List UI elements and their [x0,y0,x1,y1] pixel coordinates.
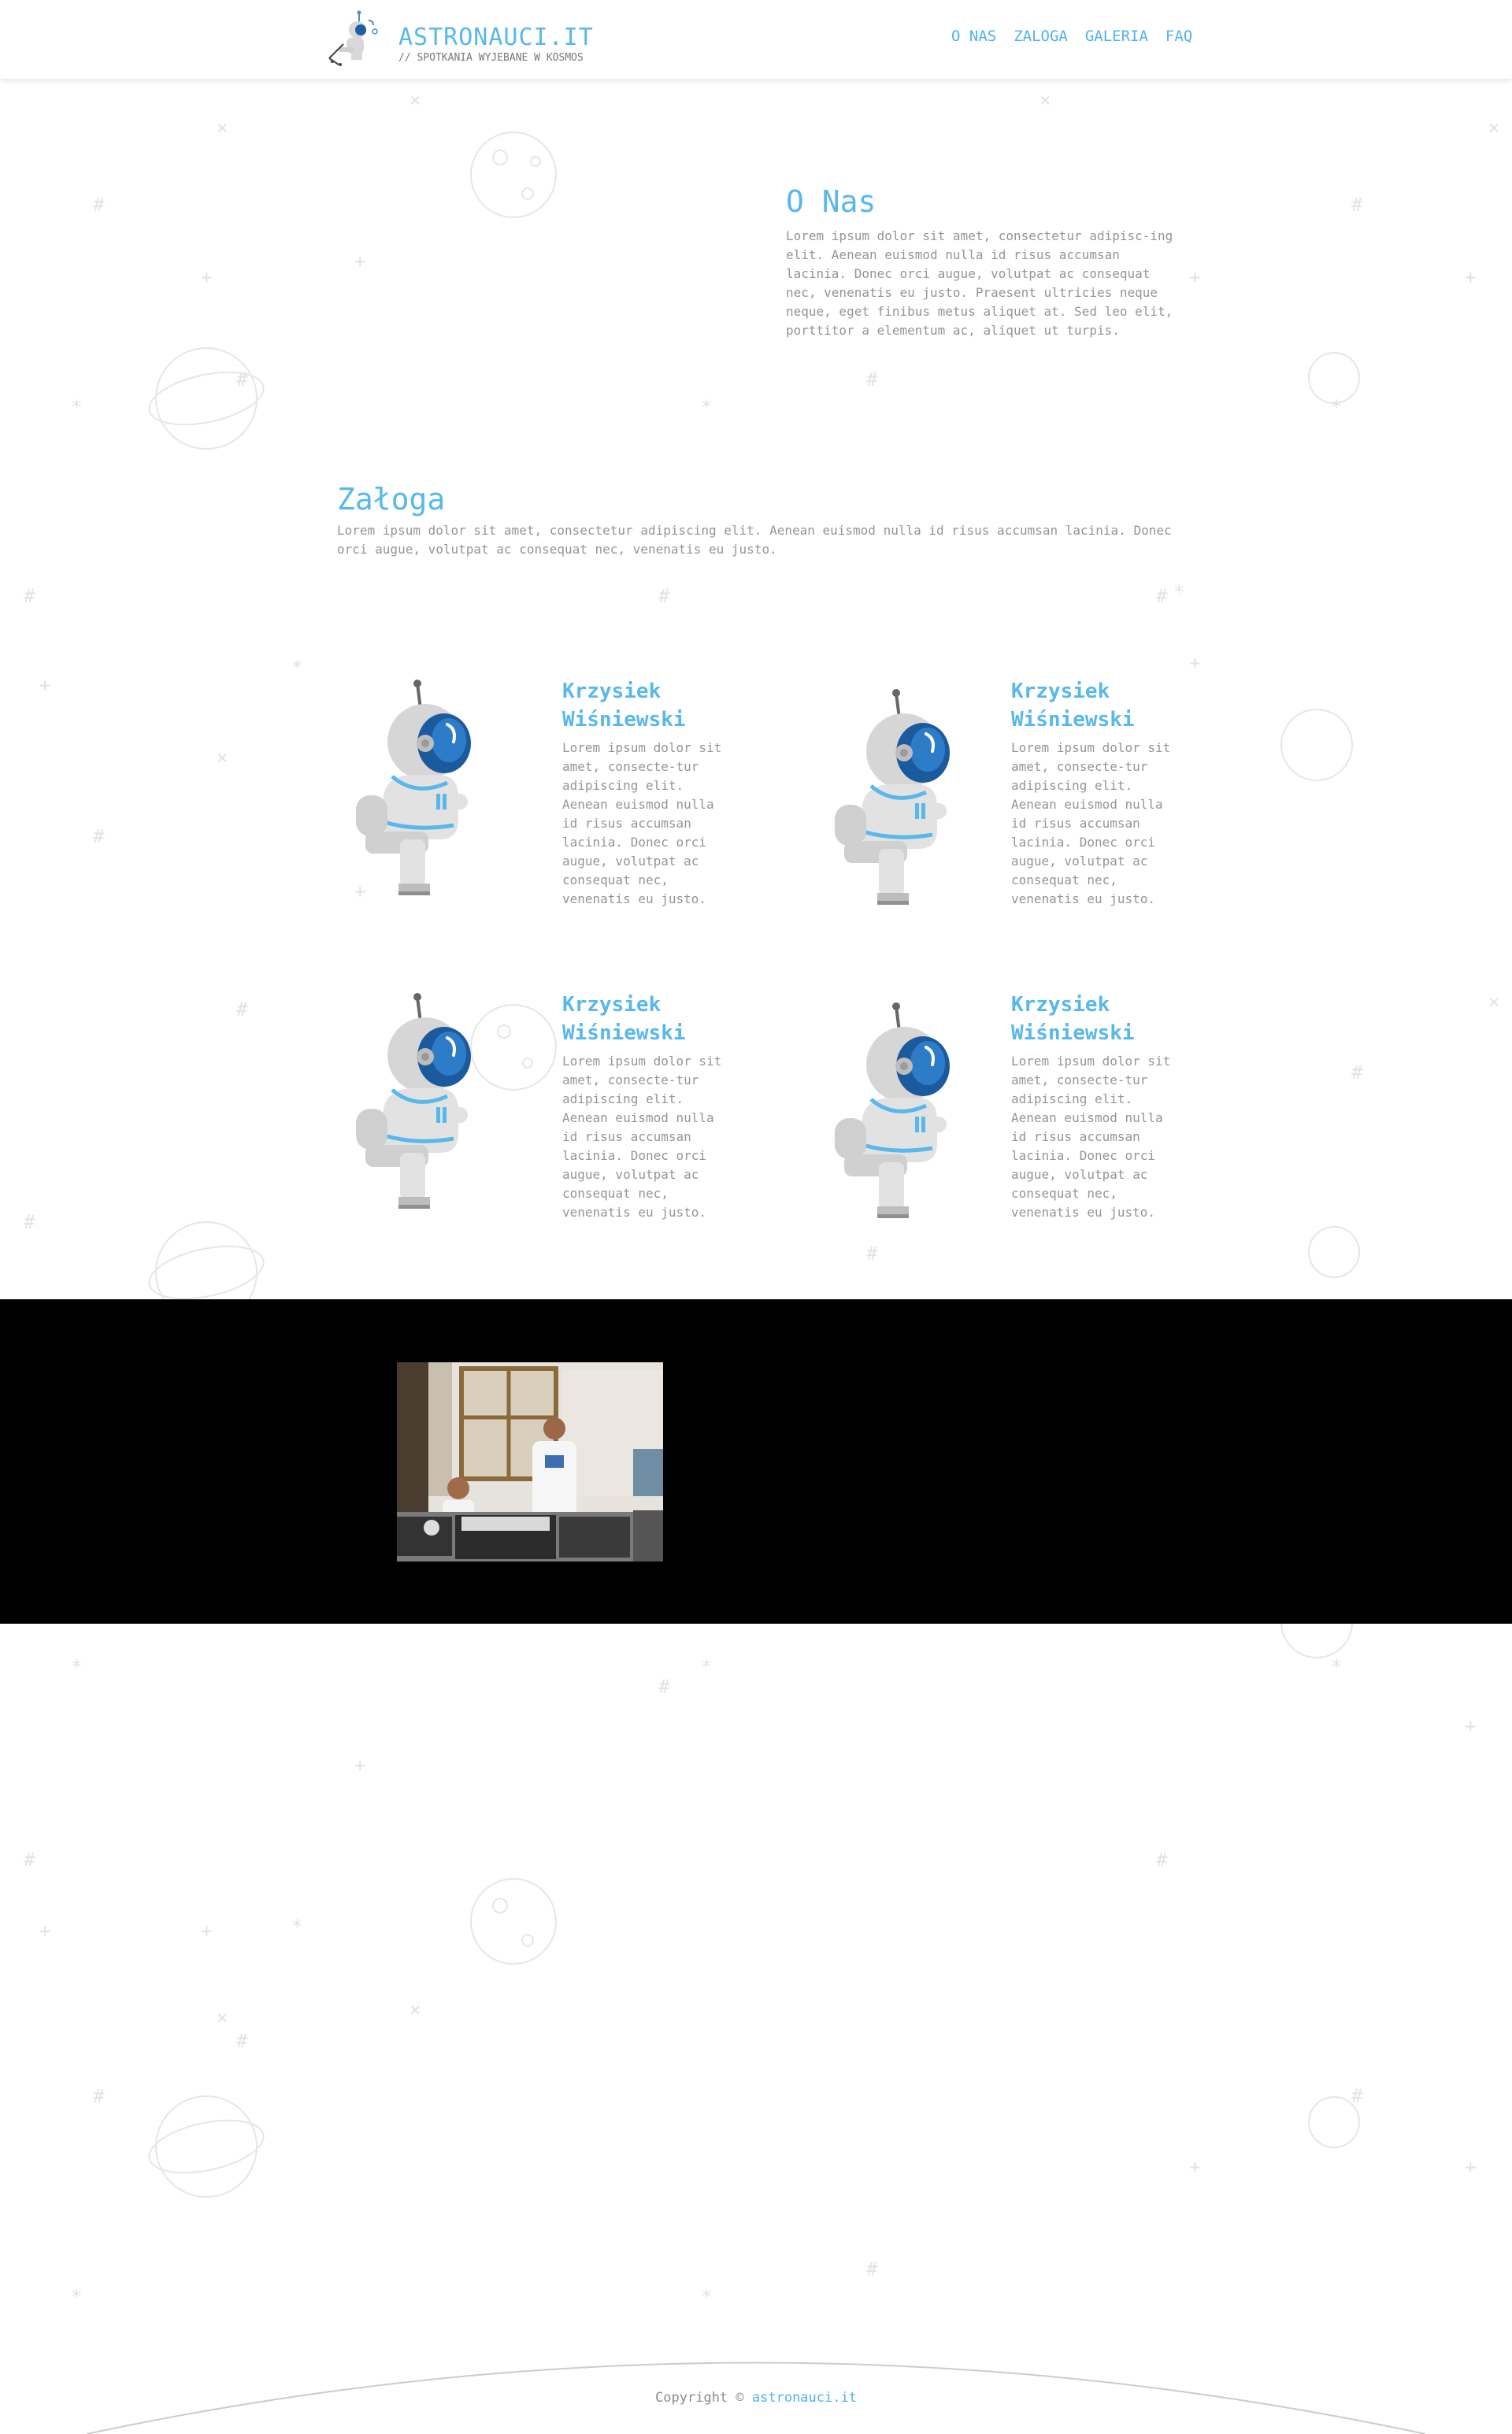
site-header: ASTRONAUCI.IT // SPOTKANIA WYJEBANE W KO… [0,0,1512,79]
moon-decoration [470,1878,557,1965]
crew-intro-text: Lorem ipsum dolor sit amet, consectetur … [337,523,1172,557]
svg-text:#: # [658,585,670,607]
svg-text:×: × [217,2006,228,2028]
svg-text:*: * [291,657,302,679]
svg-text:*: * [701,1656,712,1678]
svg-text:#: # [866,2258,878,2280]
svg-text:#: # [236,369,248,391]
svg-text:#: # [658,1676,670,1698]
svg-text:*: * [701,396,712,418]
svg-text:+: + [1189,652,1200,674]
svg-text:×: × [217,117,228,139]
svg-text:+: + [1189,2156,1200,2178]
about-section: O Nas Lorem ipsum dolor sit amet, consec… [786,184,1180,353]
astronaut-logo-icon [328,10,378,66]
crew-title: Załoga [337,482,446,517]
logo-title: ASTRONAUCI.IT [398,24,594,51]
svg-text:+: + [354,250,365,272]
planet-decoration [155,347,258,450]
svg-text:#: # [1156,1849,1168,1871]
svg-text:#: # [236,2030,248,2052]
svg-text:+: + [201,1920,212,1942]
crew-member-card: Krzysiek Wiśniewski Lorem ipsum dolor si… [788,991,1228,1274]
footer-site-link[interactable]: astronauci.it [752,2390,857,2406]
svg-text:#: # [93,194,105,216]
site-logo[interactable]: ASTRONAUCI.IT // SPOTKANIA WYJEBANE W KO… [323,9,606,69]
copyright-prefix: Copyright © [655,2390,744,2406]
svg-text:#: # [24,585,35,607]
svg-text:*: * [71,2286,82,2308]
crew-member-name: Krzysiek Wiśniewski [1011,680,1135,732]
crew-member-card: Krzysiek Wiśniewski Lorem ipsum dolor si… [337,677,778,961]
svg-text:×: × [410,1999,421,2021]
astronaut-illustration [816,1000,973,1221]
copyright-notice: Copyright © astronauci.it [0,2390,1512,2406]
moon-decoration [470,132,557,218]
crew-member-bio: Lorem ipsum dolor sit amet, consecte-tur… [1011,740,1171,906]
svg-text:#: # [1351,1061,1363,1084]
svg-text:×: × [1488,991,1499,1013]
svg-text:*: * [1173,581,1184,603]
astronaut-illustration [816,687,973,907]
svg-text:*: * [291,1916,302,1938]
astronaut-illustration [337,677,495,898]
svg-text:*: * [1331,1656,1342,1678]
svg-text:×: × [217,747,228,769]
svg-text:×: × [1488,117,1499,139]
svg-text:+: + [1465,1715,1476,1737]
main-nav: O NAS ZALOGA GALERIA FAQ [951,28,1192,45]
svg-text:#: # [236,998,248,1021]
gallery-photo-thumbnail[interactable] [397,1362,663,1562]
svg-text:*: * [701,2286,712,2308]
nav-link-o-nas[interactable]: O NAS [951,28,996,45]
svg-text:#: # [1351,194,1363,216]
svg-text:+: + [1465,2156,1476,2178]
svg-text:+: + [39,1920,50,1942]
svg-text:+: + [201,266,212,288]
svg-text:#: # [1156,585,1168,607]
svg-text:×: × [410,89,421,111]
astronaut-illustration [337,991,495,1211]
svg-text:#: # [93,825,105,847]
footer-planet-arc [86,2362,1426,2434]
crew-section-header: Załoga Lorem ipsum dolor sit amet, conse… [337,482,1172,559]
crew-member-name: Krzysiek Wiśniewski [562,680,686,732]
gallery-section [0,1299,1512,1624]
svg-text:+: + [1465,266,1476,288]
svg-text:*: * [71,1656,82,1678]
nav-link-faq[interactable]: FAQ [1166,28,1192,45]
svg-text:#: # [93,2085,105,2107]
svg-text:+: + [1189,266,1200,288]
svg-text:*: * [71,396,82,418]
svg-text:#: # [1351,2085,1363,2107]
nav-link-galeria[interactable]: GALERIA [1085,28,1148,45]
logo-subtitle: // SPOTKANIA WYJEBANE W KOSMOS [398,52,584,64]
nav-link-zaloga[interactable]: ZALOGA [1014,28,1068,45]
svg-text:*: * [1331,396,1342,418]
svg-text:+: + [354,1754,365,1776]
crew-member-bio: Lorem ipsum dolor sit amet, consecte-tur… [562,740,722,906]
crew-member-card: Krzysiek Wiśniewski Lorem ipsum dolor si… [337,991,778,1274]
about-title: O Nas [786,184,876,219]
crew-member-bio: Lorem ipsum dolor sit amet, consecte-tur… [562,1054,722,1220]
svg-text:+: + [39,674,50,696]
crew-member-name: Krzysiek Wiśniewski [1011,993,1135,1045]
svg-text:×: × [1040,89,1051,111]
svg-text:#: # [24,1211,35,1233]
about-text: Lorem ipsum dolor sit amet, consectetur … [786,228,1173,338]
svg-text:#: # [866,369,878,391]
svg-text:#: # [24,1849,35,1871]
crew-member-name: Krzysiek Wiśniewski [562,993,686,1045]
crew-member-bio: Lorem ipsum dolor sit amet, consecte-tur… [1011,1054,1171,1220]
crew-member-card: Krzysiek Wiśniewski Lorem ipsum dolor si… [788,677,1228,961]
